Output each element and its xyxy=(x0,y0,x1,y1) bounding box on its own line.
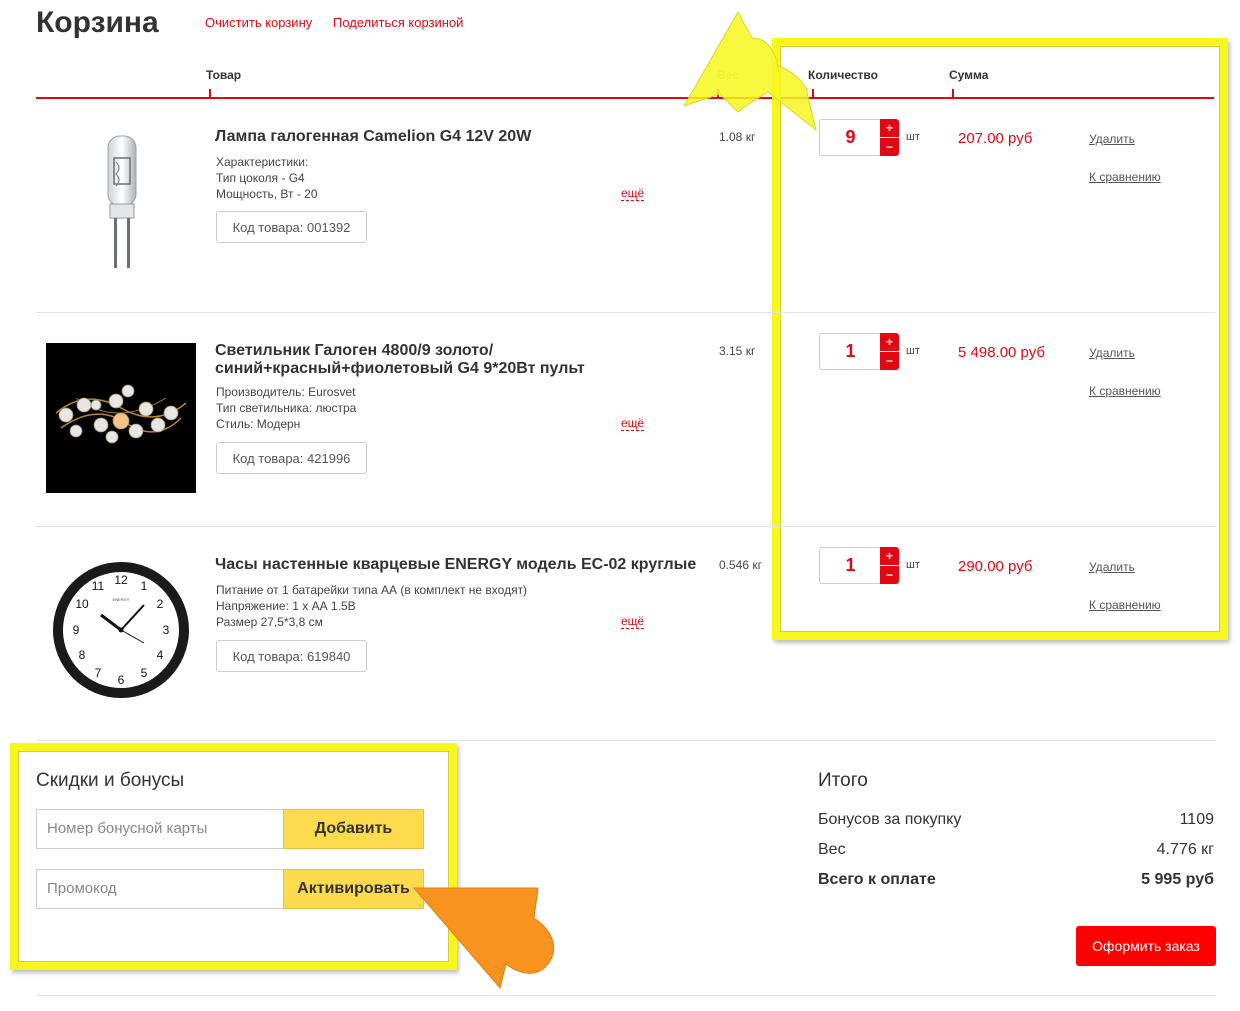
product-spec: Стиль: Модерн xyxy=(216,417,301,431)
more-link[interactable]: ещё xyxy=(621,186,645,201)
share-cart-link[interactable]: Поделиться корзиной xyxy=(333,15,463,30)
product-code-label: Код товара: xyxy=(232,450,304,466)
item-price: 207.00 руб xyxy=(958,130,1033,147)
clock-number: 6 xyxy=(118,673,125,687)
qty-plus-button[interactable]: + xyxy=(880,119,899,138)
quantity-stepper: + − xyxy=(880,547,899,584)
page-title: Корзина xyxy=(36,6,159,39)
remove-link[interactable]: Удалить xyxy=(1089,560,1135,574)
product-code-label: Код товара: xyxy=(232,219,304,235)
product-image-chandelier[interactable] xyxy=(46,343,196,493)
qty-plus-button[interactable]: + xyxy=(880,333,899,352)
promo-code-input[interactable]: Промокод xyxy=(36,869,283,909)
product-title[interactable]: Светильник Галоген 4800/9 золото/ xyxy=(215,342,705,360)
product-code: 619840 xyxy=(307,648,351,664)
product-spec: Размер 27,5*3,8 см xyxy=(216,615,323,629)
add-card-button[interactable]: Добавить xyxy=(283,809,424,849)
qty-minus-button[interactable]: − xyxy=(880,138,899,156)
product-spec: Производитель: Eurosvet xyxy=(216,385,356,399)
column-tick xyxy=(209,89,211,98)
quantity-stepper: + − xyxy=(880,333,899,370)
product-spec: Тип цоколя - G4 xyxy=(216,171,305,185)
activate-promo-button[interactable]: Активировать xyxy=(283,869,424,909)
total-value: 5 995 руб xyxy=(1141,871,1214,888)
clock-number: 3 xyxy=(163,623,170,637)
product-spec: Питание от 1 батарейки типа АА (в компле… xyxy=(216,583,528,597)
bonus-value: 1109 xyxy=(1179,811,1214,828)
bonus-card-input[interactable]: Номер бонусной карты xyxy=(36,809,283,849)
bonus-label: Бонусов за покупку xyxy=(818,811,962,828)
item-weight: 0.546 кг xyxy=(719,558,762,572)
column-tick xyxy=(717,89,719,98)
quantity-input[interactable]: 1 xyxy=(819,547,881,584)
product-spec: Напряжение: 1 х АА 1.5В xyxy=(216,599,356,613)
qty-minus-button[interactable]: − xyxy=(880,566,899,584)
product-spec: Мощность, Вт - 20 xyxy=(216,187,318,201)
footer-divider xyxy=(36,995,1216,996)
checkout-button[interactable]: Оформить заказ xyxy=(1076,926,1216,966)
product-code: 421996 xyxy=(307,450,351,466)
summary-title: Итого xyxy=(818,770,868,791)
item-weight: 1.08 кг xyxy=(719,130,756,144)
row-divider xyxy=(36,740,1216,741)
product-title[interactable]: Лампа галогенная Camelion G4 12V 20W xyxy=(215,128,705,146)
qty-plus-button[interactable]: + xyxy=(880,547,899,566)
quantity-unit: шт xyxy=(906,345,920,357)
remove-link[interactable]: Удалить xyxy=(1089,132,1135,146)
product-image-clock[interactable]: 12 1 2 3 4 5 6 7 8 9 10 11 ENERGY xyxy=(46,555,196,705)
more-link[interactable]: ещё xyxy=(621,416,645,431)
row-divider xyxy=(36,312,1216,313)
quantity-unit: шт xyxy=(906,559,920,571)
compare-link[interactable]: К сравнению xyxy=(1089,598,1161,612)
item-price: 5 498.00 руб xyxy=(958,344,1045,361)
clock-number: 10 xyxy=(75,597,89,611)
discounts-title: Скидки и бонусы xyxy=(36,770,185,791)
compare-link[interactable]: К сравнению xyxy=(1089,170,1161,184)
quantity-unit: шт xyxy=(906,131,920,143)
clock-number: 7 xyxy=(95,666,102,680)
clock-number: 4 xyxy=(157,648,164,662)
product-title[interactable]: Часы настенные кварцевые ENERGY модель Е… xyxy=(215,556,705,574)
clear-cart-link[interactable]: Очистить корзину xyxy=(205,15,312,30)
quantity-input[interactable]: 9 xyxy=(819,119,881,156)
product-code-label: Код товара: xyxy=(232,648,304,664)
qty-minus-button[interactable]: − xyxy=(880,352,899,370)
clock-brand: ENERGY xyxy=(113,597,130,602)
weight-value: 4.776 кг xyxy=(1156,841,1214,858)
product-code-badge[interactable]: Код товара: 421996 xyxy=(216,442,367,474)
product-code: 001392 xyxy=(307,219,351,235)
product-image-lamp[interactable] xyxy=(46,118,196,270)
clock-number: 2 xyxy=(157,597,164,611)
weight-label: Вес xyxy=(818,841,846,858)
column-weight: Вес xyxy=(717,68,739,82)
row-divider xyxy=(36,526,1216,527)
clock-number: 9 xyxy=(73,623,80,637)
clock-number: 11 xyxy=(92,579,105,593)
product-spec: Тип светильника: люстра xyxy=(216,401,357,415)
clock-number: 12 xyxy=(114,573,128,587)
more-link[interactable]: ещё xyxy=(621,614,645,629)
item-weight: 3.15 кг xyxy=(719,344,756,358)
clock-number: 5 xyxy=(141,666,148,680)
quantity-input[interactable]: 1 xyxy=(819,333,881,370)
product-code-badge[interactable]: Код товара: 619840 xyxy=(216,640,367,672)
clock-number: 1 xyxy=(141,579,148,593)
quantity-stepper: + − xyxy=(880,119,899,156)
item-price: 290.00 руб xyxy=(958,558,1033,575)
total-label: Всего к оплате xyxy=(818,871,936,888)
compare-link[interactable]: К сравнению xyxy=(1089,384,1161,398)
clock-number: 8 xyxy=(79,648,86,662)
product-code-badge[interactable]: Код товара: 001392 xyxy=(216,211,367,243)
product-spec: Характеристики: xyxy=(216,155,309,169)
product-title-line2[interactable]: синий+красный+фиолетовый G4 9*20Вт пульт xyxy=(215,360,705,378)
remove-link[interactable]: Удалить xyxy=(1089,346,1135,360)
column-product: Товар xyxy=(206,68,242,82)
